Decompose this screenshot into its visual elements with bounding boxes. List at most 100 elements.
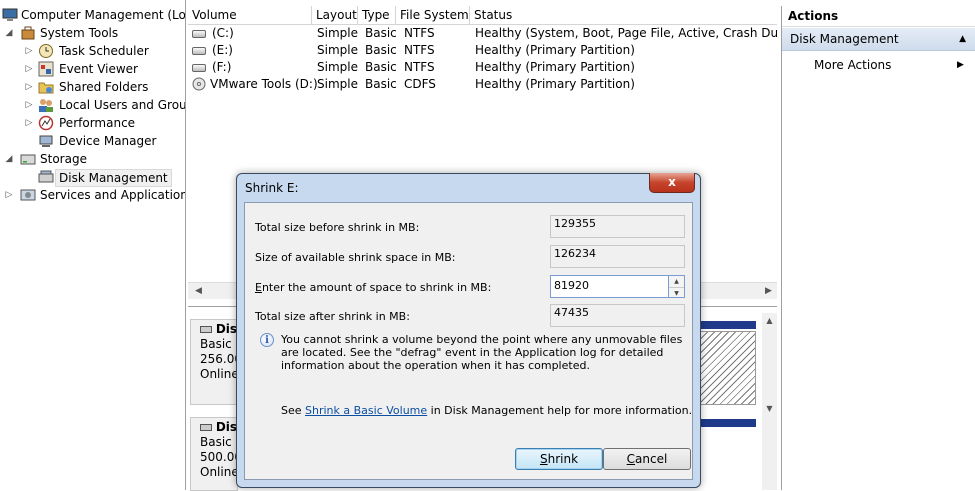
shrink-amount-label-text: nter the amount of space to shrink in MB… — [261, 281, 492, 294]
cell-file-system: NTFS — [404, 43, 435, 57]
help-line-prefix: See — [281, 404, 306, 417]
cell-type: Basic — [365, 43, 397, 57]
tree-label-event-viewer: Event Viewer — [59, 62, 138, 76]
tree-label-disk-management: Disk Management — [55, 169, 172, 187]
table-row[interactable]: (C:) Simple Basic NTFS Healthy (System, … — [188, 25, 777, 42]
column-header-file-system[interactable]: File System — [396, 6, 470, 25]
info-icon: i — [260, 333, 274, 347]
shared-folder-icon — [38, 82, 54, 94]
collapsed-arrow-icon[interactable]: ▷ — [24, 42, 34, 60]
tree-label-performance: Performance — [59, 116, 136, 130]
disk-0-type: Basic — [200, 337, 232, 351]
drive-icon — [192, 47, 206, 55]
collapsed-arrow-icon[interactable]: ▷ — [24, 60, 34, 78]
shrink-button-accel: S — [539, 452, 548, 466]
help-line: See Shrink a Basic Volume in Disk Manage… — [281, 404, 692, 417]
drive-icon — [200, 326, 212, 333]
users-icon — [39, 99, 53, 112]
cell-file-system: NTFS — [404, 26, 435, 40]
table-row[interactable]: (E:) Simple Basic NTFS Healthy (Primary … — [188, 42, 777, 59]
computer-icon — [2, 8, 18, 21]
actions-section-label: Disk Management — [790, 32, 899, 46]
collapsed-arrow-icon[interactable]: ▷ — [24, 114, 34, 132]
scroll-up-icon[interactable]: ▲ — [762, 313, 777, 328]
shrink-amount-stepper[interactable]: ▲ ▼ — [669, 275, 685, 298]
scroll-right-icon[interactable]: ▶ — [760, 283, 777, 300]
tree-label-local-users: Local Users and Groups — [59, 98, 186, 112]
table-row[interactable]: (F:) Simple Basic NTFS Healthy (Primary … — [188, 59, 777, 76]
drive-icon — [192, 64, 206, 72]
disk-1-info[interactable]: Disk Basic 500.00 Online — [190, 417, 245, 491]
drive-icon — [200, 424, 212, 431]
shrink-dialog: Shrink E: x Total size before shrink in … — [236, 173, 701, 488]
navigation-tree: Computer Management (Local ◢ System Tool… — [0, 0, 186, 490]
cell-layout: Simple — [317, 60, 358, 74]
device-manager-icon — [39, 135, 53, 147]
cell-volume: VMware Tools (D:) — [210, 77, 318, 91]
storage-icon — [20, 154, 36, 165]
cell-status: Healthy (System, Boot, Page File, Active… — [475, 26, 777, 40]
more-actions-item[interactable]: More Actions — [814, 56, 891, 74]
help-link[interactable]: Shrink a Basic Volume — [305, 404, 427, 417]
actions-title: Actions — [782, 6, 975, 27]
submenu-arrow-icon[interactable]: ▶ — [957, 56, 964, 74]
scroll-left-icon[interactable]: ◀ — [190, 283, 207, 300]
cell-volume: (E:) — [212, 43, 233, 57]
total-after-label: Total size after shrink in MB: — [255, 310, 410, 323]
disk-0-info[interactable]: Disk Basic 256.00 Online — [190, 319, 245, 405]
performance-icon — [38, 115, 54, 131]
total-before-value: 129355 — [550, 215, 685, 238]
total-before-label: Total size before shrink in MB: — [255, 221, 420, 234]
collapsed-arrow-icon[interactable]: ▷ — [4, 186, 14, 204]
available-space-label: Size of available shrink space in MB: — [255, 251, 456, 264]
tree-label-services: Services and Applications — [40, 188, 186, 202]
cell-file-system: CDFS — [404, 77, 436, 91]
cell-layout: Simple — [317, 77, 358, 91]
info-message: You cannot shrink a volume beyond the po… — [281, 333, 683, 372]
expanded-arrow-icon[interactable]: ◢ — [4, 24, 14, 42]
tree-label-device-manager: Device Manager — [59, 134, 157, 148]
actions-section-disk-management[interactable]: Disk Management ▲ — [782, 28, 975, 51]
collapse-up-icon[interactable]: ▲ — [959, 28, 966, 51]
clock-icon — [39, 44, 53, 58]
column-header-layout[interactable]: Layout — [312, 6, 358, 25]
column-header-status[interactable]: Status — [470, 6, 777, 25]
vertical-scrollbar[interactable]: ▲ ▼ — [762, 313, 777, 490]
actions-pane: Actions Disk Management ▲ More Actions ▶ — [781, 6, 975, 490]
cell-type: Basic — [365, 77, 397, 91]
close-button[interactable]: x — [649, 173, 695, 193]
spin-up-icon[interactable]: ▲ — [669, 276, 684, 287]
collapsed-arrow-icon[interactable]: ▷ — [24, 96, 34, 114]
cell-status: Healthy (Primary Partition) — [475, 60, 635, 74]
shrink-button[interactable]: Shrink — [515, 448, 603, 470]
disk-0-status: Online — [200, 367, 239, 381]
cell-type: Basic — [365, 26, 397, 40]
disk-1-size: 500.00 — [200, 450, 242, 464]
column-header-type[interactable]: Type — [358, 6, 396, 25]
cell-layout: Simple — [317, 26, 358, 40]
event-viewer-icon — [38, 61, 54, 77]
cell-type: Basic — [365, 60, 397, 74]
partition-block[interactable] — [700, 331, 756, 405]
collapsed-arrow-icon[interactable]: ▷ — [24, 78, 34, 96]
shrink-amount-input[interactable]: 81920 — [550, 275, 669, 298]
column-header-volume[interactable]: Volume — [188, 6, 312, 25]
cd-drive-icon — [192, 77, 206, 91]
disk-management-icon — [38, 170, 54, 183]
expanded-arrow-icon[interactable]: ◢ — [4, 150, 14, 168]
table-row[interactable]: VMware Tools (D:) Simple Basic CDFS Heal… — [188, 76, 777, 93]
dialog-title: Shrink E: — [245, 181, 299, 195]
scroll-down-icon[interactable]: ▼ — [762, 401, 777, 416]
shrink-button-label: hrink — [547, 452, 579, 466]
cell-layout: Simple — [317, 43, 358, 57]
services-icon — [20, 189, 36, 201]
cell-volume: (C:) — [212, 26, 234, 40]
help-line-suffix: in Disk Management help for more informa… — [427, 404, 693, 417]
spin-down-icon[interactable]: ▼ — [669, 287, 684, 298]
toolbox-icon — [21, 26, 35, 40]
tree-label-root: Computer Management (Local — [21, 8, 186, 22]
shrink-amount-label: Enter the amount of space to shrink in M… — [255, 281, 491, 294]
cancel-button[interactable]: Cancel — [603, 448, 691, 470]
disk-0-size: 256.00 — [200, 352, 242, 366]
cell-status: Healthy (Primary Partition) — [475, 77, 635, 91]
